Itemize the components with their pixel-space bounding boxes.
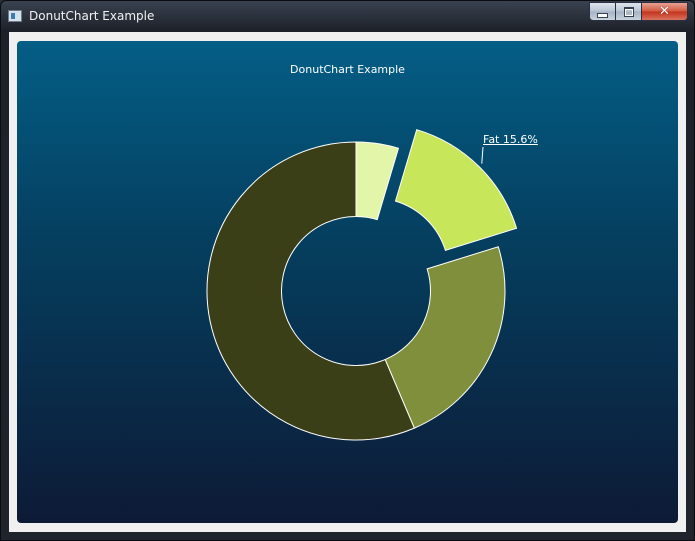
window-controls: ✕	[589, 2, 688, 22]
chart-view[interactable]: DonutChart Example Fat 15.6%	[17, 41, 678, 523]
title-bar[interactable]: DonutChart Example ✕	[1, 1, 694, 31]
app-icon	[8, 10, 22, 22]
donut-slice-0[interactable]	[355, 141, 400, 221]
close-icon: ✕	[659, 4, 670, 19]
minimize-icon	[597, 12, 608, 18]
maximize-icon	[623, 6, 634, 17]
donut-slices	[206, 129, 518, 441]
client-area: DonutChart Example Fat 15.6%	[9, 32, 686, 532]
app-window: DonutChart Example ✕ DonutChart Example …	[0, 0, 695, 541]
donut-slice-1[interactable]	[394, 129, 518, 251]
window-title: DonutChart Example	[29, 9, 155, 23]
maximize-button[interactable]	[616, 2, 642, 21]
minimize-button[interactable]	[589, 2, 616, 21]
donut-chart[interactable]	[17, 41, 678, 523]
slice-label-leader	[481, 146, 484, 164]
slice-label-fat: Fat 15.6%	[483, 133, 538, 146]
close-button[interactable]: ✕	[642, 2, 688, 21]
